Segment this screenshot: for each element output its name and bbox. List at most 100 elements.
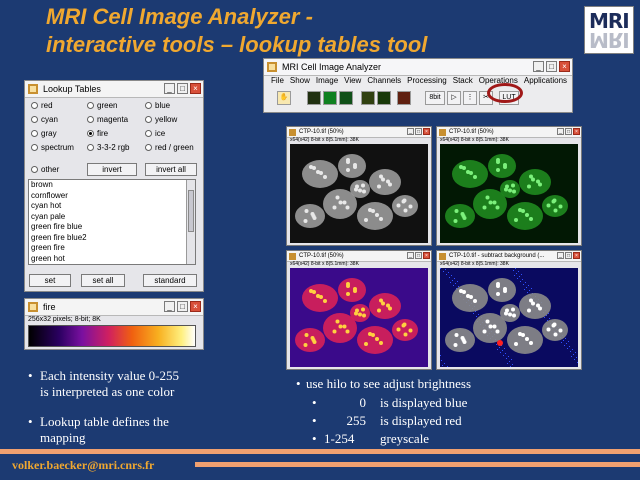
radio-red-green[interactable]: red / green: [145, 143, 194, 153]
nucleus-spot: [310, 212, 315, 216]
dark-image-icon[interactable]: [339, 91, 353, 105]
green-particles-icon[interactable]: [377, 91, 391, 105]
list-item[interactable]: green hot: [29, 254, 195, 265]
radio-gray[interactable]: gray: [31, 129, 57, 139]
close-button[interactable]: ×: [573, 128, 580, 135]
menu-view[interactable]: View: [344, 76, 361, 85]
radio-other[interactable]: other: [31, 165, 59, 175]
invert-all-button[interactable]: invert all: [145, 163, 197, 176]
scrollbar-thumb[interactable]: [188, 190, 194, 232]
menu-image[interactable]: Image: [316, 76, 338, 85]
noise-pixel: [512, 364, 513, 365]
red-image-icon[interactable]: [397, 91, 411, 105]
cell-image-icon[interactable]: [307, 91, 321, 105]
close-button[interactable]: ×: [190, 301, 201, 312]
lookup-tables-titlebar[interactable]: Lookup Tables _ □ ×: [25, 81, 203, 98]
menu-applications[interactable]: Applications: [524, 76, 567, 85]
minimize-button[interactable]: _: [407, 128, 414, 135]
split-icon[interactable]: ⋮: [463, 91, 477, 105]
maximize-button[interactable]: □: [565, 128, 572, 135]
radio-dot: [87, 144, 94, 151]
menu-file[interactable]: File: [271, 76, 284, 85]
maximize-button[interactable]: □: [177, 301, 188, 312]
maximize-button[interactable]: □: [565, 252, 572, 259]
close-button[interactable]: ×: [190, 83, 201, 94]
nucleus-spot: [402, 322, 407, 327]
noise-pixel: [442, 365, 443, 366]
green-image-icon[interactable]: [323, 91, 337, 105]
radio-cyan[interactable]: cyan: [31, 115, 58, 125]
nucleus-spot: [353, 287, 357, 291]
radio-label: spectrum: [41, 143, 74, 152]
hilo-meaning: is displayed blue: [380, 395, 468, 410]
noise-pixel: [569, 346, 570, 347]
list-item[interactable]: hilo: [29, 264, 195, 265]
radio-magenta[interactable]: magenta: [87, 115, 128, 125]
maximize-button[interactable]: □: [546, 61, 557, 72]
list-item[interactable]: brown: [29, 180, 195, 191]
list-item[interactable]: cornflower: [29, 191, 195, 202]
nucleus-spot: [495, 205, 500, 210]
noise-pixel: [499, 347, 500, 348]
nucleus-spot: [323, 299, 327, 303]
invert-button[interactable]: invert: [87, 163, 137, 176]
close-button[interactable]: ×: [423, 252, 430, 259]
minimize-button[interactable]: _: [557, 128, 564, 135]
nucleus-spot: [319, 295, 323, 299]
noise-pixel: [526, 287, 527, 288]
maximize-button[interactable]: □: [415, 128, 422, 135]
radio-spectrum[interactable]: spectrum: [31, 143, 74, 153]
radio-red[interactable]: red: [31, 101, 53, 111]
radio-fire[interactable]: fire: [87, 129, 108, 139]
app-icon: [439, 253, 446, 260]
analyzer-titlebar[interactable]: MRI Cell Image Analyzer _ □ ×: [264, 59, 572, 76]
noise-pixel: [513, 270, 514, 271]
menu-stack[interactable]: Stack: [453, 76, 473, 85]
nucleus-spot: [488, 200, 493, 205]
list-item[interactable]: green fire: [29, 243, 195, 254]
minimize-button[interactable]: _: [557, 252, 564, 259]
list-item[interactable]: green fire blue: [29, 222, 195, 233]
menu-channels[interactable]: Channels: [367, 76, 401, 85]
nucleus-spot: [514, 342, 518, 346]
nucleus-spot: [319, 171, 323, 175]
close-button[interactable]: ×: [559, 61, 570, 72]
noise-pixel: [473, 313, 474, 314]
close-button[interactable]: ×: [573, 252, 580, 259]
noise-pixel: [527, 292, 528, 293]
radio-green[interactable]: green: [87, 101, 117, 111]
maximize-button[interactable]: □: [415, 252, 422, 259]
list-scrollbar[interactable]: [186, 180, 195, 264]
hand-tool-icon[interactable]: ✋: [277, 91, 291, 105]
noise-pixel: [519, 276, 520, 277]
nucleus-spot: [346, 282, 350, 286]
minimize-button[interactable]: _: [164, 301, 175, 312]
radio-3-3-2-rgb[interactable]: 3-3-2 rgb: [87, 143, 129, 153]
menu-processing[interactable]: Processing: [407, 76, 447, 85]
standard-button[interactable]: standard: [143, 274, 197, 287]
list-item[interactable]: green fire blue2: [29, 233, 195, 244]
lut-list[interactable]: brown cornflower cyan hot cyan pale green fi…: [28, 179, 196, 265]
minimize-button[interactable]: _: [533, 61, 544, 72]
set-button[interactable]: set: [29, 274, 71, 287]
nucleus-spot: [503, 163, 507, 167]
play-icon[interactable]: ▷: [447, 91, 461, 105]
radio-ice[interactable]: ice: [145, 129, 165, 139]
radio-label: green: [97, 101, 118, 110]
menu-show[interactable]: Show: [290, 76, 310, 85]
minimize-button[interactable]: _: [164, 83, 175, 94]
close-button[interactable]: ×: [423, 128, 430, 135]
set-all-button[interactable]: set all: [81, 274, 125, 287]
radio-blue[interactable]: blue: [145, 101, 170, 111]
fire-titlebar[interactable]: fire _ □ ×: [25, 299, 203, 316]
list-item[interactable]: cyan hot: [29, 201, 195, 212]
cell-nucleus: [445, 204, 475, 228]
nucleus-spot: [371, 209, 375, 213]
list-item[interactable]: cyan pale: [29, 212, 195, 223]
radio-yellow[interactable]: yellow: [145, 115, 177, 125]
bullet-line: mapping: [40, 430, 86, 445]
maximize-button[interactable]: □: [177, 83, 188, 94]
minimize-button[interactable]: _: [407, 252, 414, 259]
eight-bit-button[interactable]: 8bit: [425, 91, 445, 105]
particles-icon[interactable]: [361, 91, 375, 105]
